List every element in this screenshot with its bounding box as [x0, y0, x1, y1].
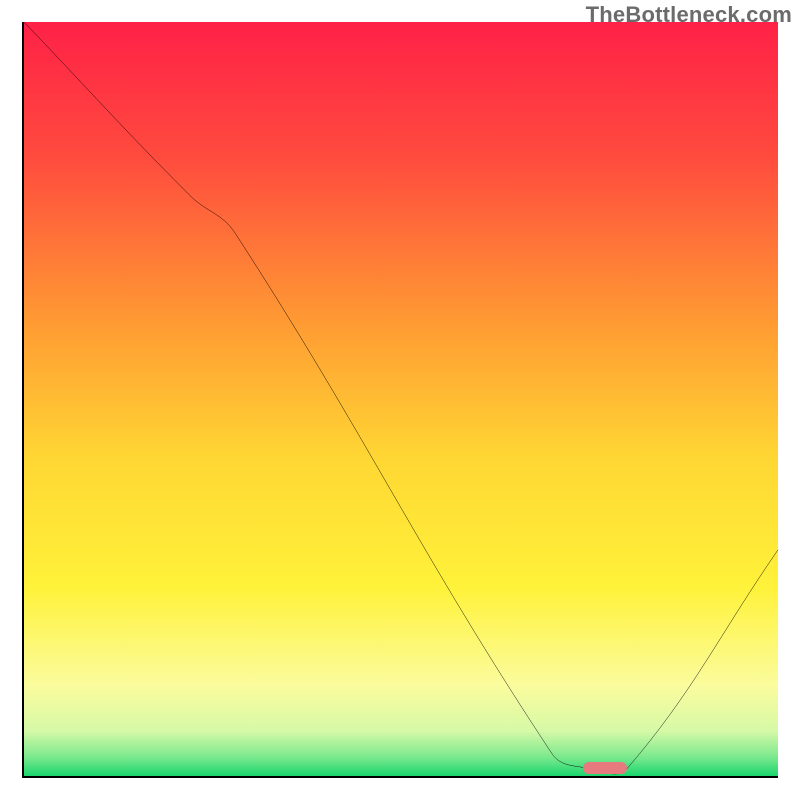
curve-layer: [24, 22, 778, 776]
bottleneck-curve: [24, 22, 778, 774]
optimal-marker: [583, 762, 627, 774]
bottleneck-chart: TheBottleneck.com: [0, 0, 800, 800]
plot-area: [22, 22, 778, 778]
